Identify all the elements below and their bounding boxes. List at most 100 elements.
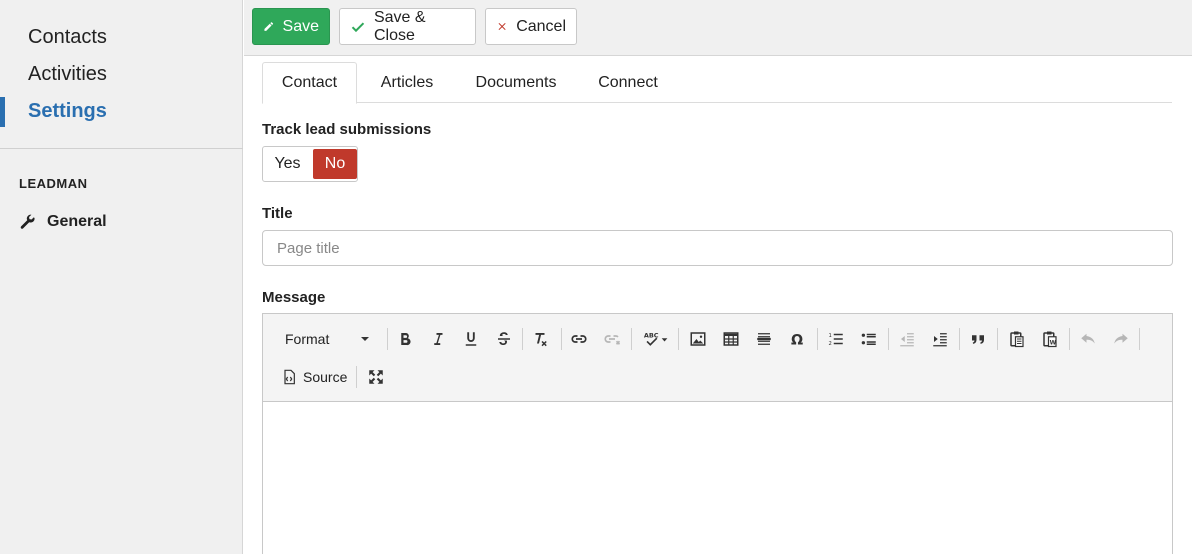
redo-icon bbox=[1114, 333, 1128, 344]
toolbar-separator bbox=[356, 366, 357, 388]
message-label: Message bbox=[262, 289, 326, 306]
cancel-button[interactable]: Cancel bbox=[485, 8, 577, 45]
check-icon bbox=[351, 22, 365, 33]
toolbar-separator bbox=[631, 328, 632, 350]
format-dropdown[interactable]: Format bbox=[277, 326, 377, 352]
strikethrough-icon bbox=[498, 332, 510, 345]
link-icon bbox=[571, 335, 587, 343]
toolbar-separator bbox=[522, 328, 523, 350]
sidebar-item-contacts[interactable]: Contacts bbox=[28, 26, 107, 49]
spellcheck-button[interactable]: ABC bbox=[638, 326, 674, 352]
indent-button[interactable] bbox=[927, 326, 953, 352]
sidebar-item-general-label: General bbox=[47, 213, 107, 230]
paste-text-button[interactable] bbox=[1004, 326, 1030, 352]
tab-connect[interactable]: Connect bbox=[584, 62, 672, 103]
save-button-label: Save bbox=[282, 17, 319, 35]
special-character-button[interactable]: Ω bbox=[784, 326, 810, 352]
toolbar-separator bbox=[1069, 328, 1070, 350]
remove-format-button[interactable] bbox=[527, 326, 553, 352]
close-icon bbox=[498, 22, 506, 31]
remove-format-icon bbox=[535, 333, 547, 347]
editor-toolbar: Format ABC Ω 1 2 W Source bbox=[263, 314, 1172, 402]
underline-icon bbox=[465, 332, 477, 346]
sidebar: Contacts Activities Settings LEADMAN Gen… bbox=[0, 0, 243, 554]
toolbar-separator bbox=[561, 328, 562, 350]
format-dropdown-label: Format bbox=[285, 331, 330, 347]
link-button[interactable] bbox=[566, 326, 592, 352]
toolbar-separator bbox=[387, 328, 388, 350]
track-submissions-toggle: Yes No bbox=[262, 146, 358, 182]
toggle-yes-option[interactable]: Yes bbox=[263, 147, 312, 181]
toolbar-separator bbox=[997, 328, 998, 350]
table-button[interactable] bbox=[718, 326, 744, 352]
clipboard-text-icon bbox=[1010, 331, 1024, 348]
numbered-list-button[interactable]: 12 bbox=[823, 326, 849, 352]
toggle-no-option[interactable]: No bbox=[313, 149, 357, 179]
wrench-icon bbox=[20, 214, 35, 229]
underline-button[interactable] bbox=[458, 326, 484, 352]
active-indicator bbox=[0, 97, 5, 127]
numbered-list-icon: 12 bbox=[829, 333, 843, 347]
bullet-list-button[interactable] bbox=[856, 326, 882, 352]
redo-button[interactable] bbox=[1108, 326, 1134, 352]
spellcheck-icon: ABC bbox=[644, 331, 668, 346]
expand-icon bbox=[369, 370, 383, 384]
undo-button[interactable] bbox=[1075, 326, 1101, 352]
outdent-icon bbox=[900, 333, 914, 347]
image-icon bbox=[690, 332, 706, 346]
table-icon bbox=[723, 332, 739, 346]
tab-bar: Contact Articles Documents Connect bbox=[262, 62, 1172, 104]
action-toolbar: Save Save & Close Cancel bbox=[244, 0, 1192, 56]
source-icon bbox=[284, 369, 295, 385]
tab-contact[interactable]: Contact bbox=[262, 62, 357, 104]
paste-word-button[interactable]: W bbox=[1037, 326, 1063, 352]
omega-icon: Ω bbox=[791, 332, 803, 348]
toolbar-separator bbox=[1139, 328, 1140, 350]
toolbar-separator bbox=[959, 328, 960, 350]
sidebar-item-settings[interactable]: Settings bbox=[28, 100, 107, 123]
maximize-button[interactable] bbox=[363, 364, 389, 390]
source-button-label: Source bbox=[303, 369, 348, 385]
sidebar-item-activities[interactable]: Activities bbox=[28, 63, 107, 86]
toolbar-separator bbox=[817, 328, 818, 350]
sidebar-section-title: LEADMAN bbox=[19, 176, 88, 191]
source-button[interactable]: Source bbox=[277, 364, 351, 390]
bold-icon bbox=[401, 332, 411, 346]
indent-icon bbox=[933, 333, 947, 347]
blockquote-button[interactable] bbox=[965, 326, 991, 352]
editor-content-area[interactable] bbox=[263, 403, 1172, 554]
bold-button[interactable] bbox=[392, 326, 418, 352]
unlink-icon bbox=[604, 335, 621, 345]
title-label: Title bbox=[262, 205, 293, 222]
message-editor: Format ABC Ω 1 2 W Source bbox=[262, 313, 1173, 554]
italic-icon bbox=[434, 333, 443, 345]
svg-text:1: 1 bbox=[829, 333, 832, 339]
quote-icon bbox=[972, 335, 984, 344]
title-input[interactable] bbox=[262, 230, 1173, 266]
tab-documents[interactable]: Documents bbox=[462, 62, 570, 103]
toolbar-separator bbox=[678, 328, 679, 350]
sidebar-divider bbox=[0, 148, 243, 149]
clipboard-word-icon: W bbox=[1043, 331, 1057, 348]
italic-button[interactable] bbox=[425, 326, 451, 352]
strikethrough-button[interactable] bbox=[491, 326, 517, 352]
unlink-button[interactable] bbox=[599, 326, 625, 352]
track-submissions-label: Track lead submissions bbox=[262, 121, 432, 138]
toolbar-separator bbox=[888, 328, 889, 350]
pencil-icon bbox=[264, 22, 274, 31]
svg-text:2: 2 bbox=[829, 341, 832, 347]
undo-icon bbox=[1081, 333, 1095, 344]
bullet-list-icon bbox=[861, 333, 876, 345]
save-close-button[interactable]: Save & Close bbox=[339, 8, 476, 45]
horizontal-line-button[interactable] bbox=[751, 326, 777, 352]
outdent-button[interactable] bbox=[894, 326, 920, 352]
sidebar-item-general[interactable]: General bbox=[19, 212, 107, 232]
horizontal-line-icon bbox=[757, 333, 771, 345]
svg-text:W: W bbox=[1050, 340, 1057, 347]
cancel-button-label: Cancel bbox=[516, 17, 566, 35]
svg-text:Ω: Ω bbox=[791, 332, 803, 348]
image-button[interactable] bbox=[685, 326, 711, 352]
tab-articles[interactable]: Articles bbox=[366, 62, 448, 103]
chevron-down-icon bbox=[361, 337, 369, 341]
save-button[interactable]: Save bbox=[252, 8, 330, 45]
